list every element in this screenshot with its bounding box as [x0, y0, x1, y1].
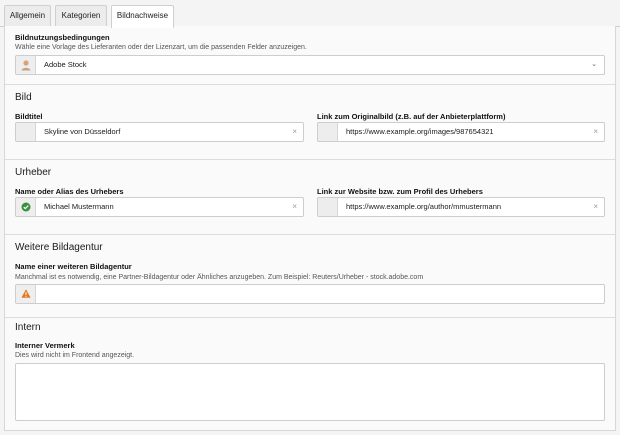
image-title-input[interactable]: Skyline von Düsseldorf × [15, 122, 304, 142]
author-website-label: Link zur Website bzw. zum Profil des Urh… [317, 187, 483, 196]
image-link-label: Link zum Originalbild (z.B. auf der Anbi… [317, 112, 506, 121]
clear-icon[interactable]: × [292, 198, 297, 216]
clear-icon[interactable]: × [593, 123, 598, 141]
form-panel: Bildnutzungsbedingungen Wähle eine Vorla… [4, 26, 616, 431]
author-website-value: https://www.example.org/author/mmusterma… [346, 202, 502, 211]
internal-note-label: Interner Vermerk [15, 341, 75, 350]
section-divider [5, 234, 615, 235]
image-link-icon-box [318, 123, 338, 141]
section-title-bild: Bild [15, 92, 32, 103]
license-label: Bildnutzungsbedingungen [15, 33, 110, 42]
author-name-label: Name oder Alias des Urhebers [15, 187, 124, 196]
chevron-down-icon: ⌄ [591, 61, 597, 68]
warning-icon [21, 289, 31, 298]
section-divider [5, 84, 615, 85]
license-help: Wähle eine Vorlage des Lieferanten oder … [15, 44, 307, 51]
agency-icon-box [16, 285, 36, 303]
clear-icon[interactable]: × [292, 123, 297, 141]
author-name-value: Michael Mustermann [44, 202, 114, 211]
section-title-intern: Intern [15, 322, 41, 333]
license-icon-box [16, 56, 36, 74]
check-circle-icon [21, 202, 31, 212]
tab-kategorien[interactable]: Kategorien [55, 5, 107, 27]
license-select[interactable]: Adobe Stock ⌄ [15, 55, 605, 75]
tab-bar: Allgemein Kategorien Bildnachweise [0, 0, 620, 28]
image-title-label: Bildtitel [15, 112, 43, 121]
user-avatar-icon [21, 60, 31, 71]
section-divider [5, 159, 615, 160]
tab-allgemein[interactable]: Allgemein [4, 5, 51, 27]
agency-name-input[interactable] [15, 284, 605, 304]
image-title-icon-box [16, 123, 36, 141]
image-link-value: https://www.example.org/images/987654321 [346, 127, 494, 136]
author-website-input[interactable]: https://www.example.org/author/mmusterma… [317, 197, 605, 217]
agency-help: Manchmal ist es notwendig, eine Partner-… [15, 274, 424, 281]
tab-bildnachweise[interactable]: Bildnachweise [111, 5, 174, 28]
image-link-input[interactable]: https://www.example.org/images/987654321… [317, 122, 605, 142]
section-divider [5, 317, 615, 318]
internal-note-help: Dies wird nicht im Frontend angezeigt. [15, 352, 135, 359]
section-title-urheber: Urheber [15, 167, 52, 178]
author-name-icon-box [16, 198, 36, 216]
image-title-value: Skyline von Düsseldorf [44, 127, 121, 136]
author-website-icon-box [318, 198, 338, 216]
internal-note-textarea[interactable] [15, 363, 605, 421]
section-title-agentur: Weitere Bildagentur [15, 242, 103, 253]
author-name-input[interactable]: Michael Mustermann × [15, 197, 304, 217]
agency-name-label: Name einer weiteren Bildagentur [15, 262, 132, 271]
clear-icon[interactable]: × [593, 198, 598, 216]
license-select-value: Adobe Stock [44, 60, 87, 69]
